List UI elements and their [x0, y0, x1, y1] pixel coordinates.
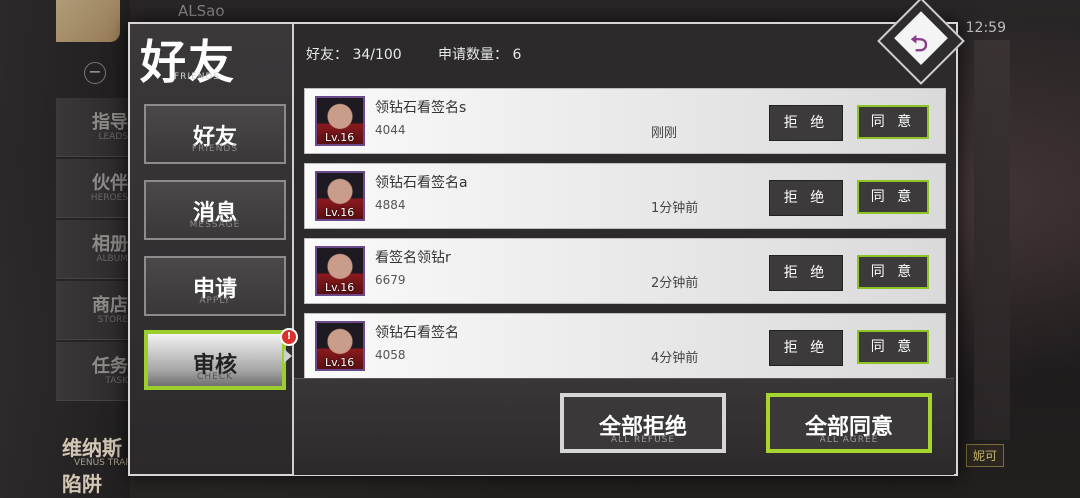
player-id: 4044 — [375, 123, 406, 137]
list-item: Lv.16 领钻石看签名s 4044 刚刚 拒 绝 同 意 — [304, 88, 946, 154]
background-menu-item: 指导 LEADS — [56, 98, 132, 157]
agree-button[interactable]: 同 意 — [857, 330, 929, 364]
agree-button[interactable]: 同 意 — [857, 255, 929, 289]
level-badge: Lv.16 — [325, 206, 355, 219]
background-menu-item: 任务 TASK — [56, 342, 132, 401]
tab-friends[interactable]: 好友 FRIENDS — [144, 104, 286, 164]
reject-button[interactable]: 拒 绝 — [769, 255, 843, 291]
player-name: 领钻石看签名s — [375, 100, 467, 116]
player-name: 领钻石看签名a — [375, 175, 468, 191]
request-time: 刚刚 — [651, 126, 678, 141]
tab-label-en: FRIENDS — [191, 144, 239, 154]
tab-message[interactable]: 消息 MESSAGE — [144, 180, 286, 240]
tab-apply[interactable]: 申请 APPLY — [144, 256, 286, 316]
dialog-title-en: FRIENDS — [174, 72, 221, 82]
tab-label-en: APPLY — [199, 296, 231, 306]
player-username: ALSao — [178, 2, 225, 20]
player-id: 4884 — [375, 198, 406, 212]
dialog-title: 好友 — [140, 35, 236, 89]
background-menu-item: 伙伴 HEROES — [56, 159, 132, 218]
player-id: 6679 — [375, 273, 406, 287]
bottom-action-bar: 全部拒绝 ALL REFUSE 全部同意 ALL AGREE — [294, 378, 954, 475]
collapse-icon: − — [84, 62, 106, 84]
background-menu-item: 相册 ALBUM — [56, 220, 132, 279]
tab-check[interactable]: 审核 CHECK — [144, 330, 286, 390]
level-badge: Lv.16 — [325, 281, 355, 294]
reject-button[interactable]: 拒 绝 — [769, 180, 843, 216]
request-count: 申请数量： 6 — [438, 47, 522, 63]
agree-button[interactable]: 同 意 — [857, 105, 929, 139]
friends-count: 好友： 34/100 — [306, 47, 402, 63]
list-item: Lv.16 领钻石看签名a 4884 1分钟前 拒 绝 同 意 — [304, 163, 946, 229]
request-time: 2分钟前 — [651, 276, 699, 291]
player-name: 领钻石看签名 — [375, 325, 459, 341]
request-time: 1分钟前 — [651, 201, 699, 216]
tab-label-en: MESSAGE — [189, 220, 241, 230]
event-banner-title: 维纳斯 — [62, 436, 122, 460]
list-item: Lv.16 看签名领钻r 6679 2分钟前 拒 绝 同 意 — [304, 238, 946, 304]
player-avatar — [56, 0, 120, 42]
background-menu: 指导 LEADS 伙伴 HEROES 相册 ALBUM 商店 STORE 任务 TASK — [56, 98, 132, 403]
reject-all-button[interactable]: 全部拒绝 ALL REFUSE — [560, 393, 726, 453]
dialog-sidebar: 好友 FRIENDS 好友 FRIENDS 消息 MESSAGE 申请 APPL… — [130, 24, 298, 474]
request-list: Lv.16 领钻石看签名s 4044 刚刚 拒 绝 同 意 Lv.16 领钻石看… — [304, 88, 946, 378]
reject-button[interactable]: 拒 绝 — [769, 105, 843, 141]
background-menu-item: 商店 STORE — [56, 281, 132, 340]
player-id: 4058 — [375, 348, 406, 362]
background-character — [974, 40, 1010, 440]
clock-time: 12:59 — [965, 20, 1006, 36]
list-item: Lv.16 领钻石看签名 4058 4分钟前 拒 绝 同 意 — [304, 313, 946, 378]
alert-badge-icon: ! — [280, 328, 298, 346]
agree-button[interactable]: 同 意 — [857, 180, 929, 214]
event-banner-title-2: 陷阱 — [62, 472, 102, 496]
tab-label-en: CHECK — [197, 372, 233, 382]
reject-all-label-en: ALL REFUSE — [610, 435, 676, 445]
back-icon[interactable]: ⮌ — [902, 28, 936, 62]
player-name: 看签名领钻r — [375, 250, 451, 266]
corner-label: 妮可 — [965, 444, 1004, 467]
active-tab-arrow-icon — [284, 349, 292, 363]
friends-dialog: 好友 FRIENDS 好友 FRIENDS 消息 MESSAGE 申请 APPL… — [128, 0, 965, 476]
level-badge: Lv.16 — [325, 356, 355, 369]
agree-all-label-en: ALL AGREE — [819, 435, 879, 445]
event-banner-subtitle: VENUS TRAP — [74, 458, 131, 468]
level-badge: Lv.16 — [325, 131, 355, 144]
agree-all-button[interactable]: 全部同意 ALL AGREE — [766, 393, 932, 453]
reject-button[interactable]: 拒 绝 — [769, 330, 843, 366]
request-time: 4分钟前 — [651, 351, 699, 366]
